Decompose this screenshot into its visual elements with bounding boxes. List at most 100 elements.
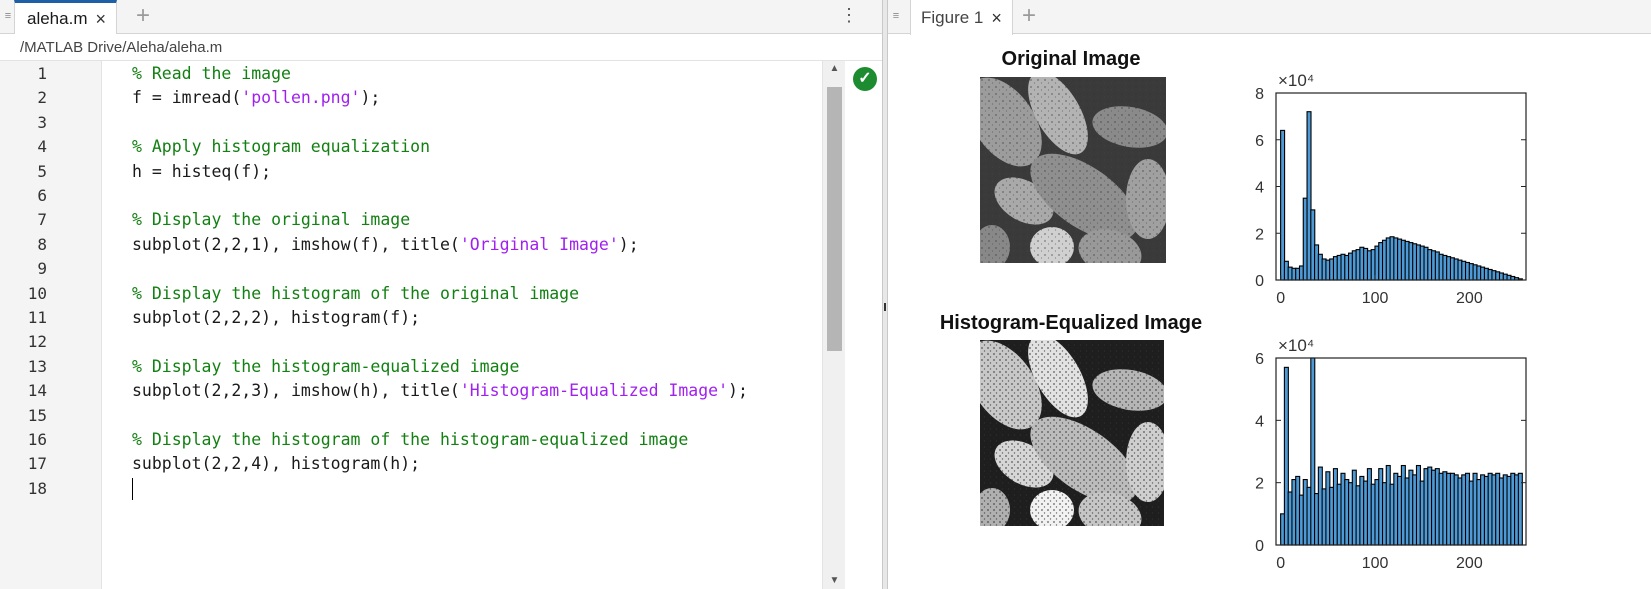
panel-grip-icon[interactable]: ≡: [892, 10, 900, 22]
code-line[interactable]: % Display the histogram of the histogram…: [132, 427, 688, 453]
line-number-gutter: 1 2 3 4 5 6 7 8 9 10 11 12 13 14 15 16 17 18: [0, 61, 102, 589]
y-tick-label: 0: [1255, 538, 1264, 555]
tab-label: Figure 1: [921, 7, 984, 27]
code-line[interactable]: % Display the histogram of the original …: [132, 281, 579, 307]
code-line[interactable]: % Read the image: [132, 61, 291, 87]
code-string: 'Histogram-Equalized Image': [459, 381, 729, 401]
tab-figure-1[interactable]: Figure 1 ×: [910, 0, 1013, 35]
x-tick-label: 0: [1276, 290, 1285, 305]
y-tick-label: 2: [1255, 476, 1264, 493]
code-token: subplot(2,2,2), histogram(f);: [132, 308, 421, 327]
histogram-equalized: ×10⁴ 0 2 4 6 0 100 200: [1255, 336, 1527, 570]
code-token: subplot(2,2,3), imshow(h), title(: [132, 381, 460, 401]
y-tick-label: 6: [1255, 351, 1264, 368]
line-number: 11: [27, 308, 47, 327]
y-tick-label: 8: [1255, 86, 1264, 103]
code-token: );: [360, 88, 381, 108]
code-line[interactable]: h = histeq(f);: [132, 159, 271, 185]
code-line[interactable]: subplot(2,2,2), histogram(f);: [132, 305, 420, 331]
line-number: 2: [37, 88, 47, 108]
original-image: [980, 77, 1166, 263]
y-tick-label: 4: [1255, 180, 1264, 197]
file-path-breadcrumb: /MATLAB Drive/Aleha/aleha.m: [0, 34, 882, 61]
line-number: 9: [37, 259, 47, 279]
tab-label: aleha.m: [27, 9, 88, 28]
text-cursor: [132, 477, 133, 500]
figure-pane: ≡ Figure 1 × + Original Image Histogram-…: [888, 0, 1651, 589]
close-icon[interactable]: ×: [95, 10, 106, 28]
panel-grip-icon[interactable]: ≡: [4, 10, 12, 22]
line-number: 1: [37, 64, 47, 83]
code-comment: % Display the histogram of the original …: [132, 283, 580, 303]
code-string: 'Original Image': [459, 234, 619, 254]
code-comment: % Read the image: [132, 64, 291, 83]
x-tick-label: 100: [1362, 290, 1389, 305]
scrollbar-thumb[interactable]: [827, 87, 842, 351]
pollen-image-equalized: [980, 340, 1164, 526]
code-comment: % Display the histogram of the histogram…: [132, 430, 689, 449]
code-token: subplot(2,2,1), imshow(f), title(: [132, 234, 460, 254]
more-options-icon[interactable]: ⋮: [840, 6, 858, 24]
y-tick-label: 0: [1255, 273, 1264, 290]
add-tab-icon[interactable]: +: [1022, 4, 1036, 28]
editor-scrollbar[interactable]: ▲ ▼: [822, 61, 845, 589]
y-tick-label: 6: [1255, 133, 1264, 150]
code-line[interactable]: % Display the histogram-equalized image: [132, 354, 519, 380]
y-tick-label: 2: [1255, 226, 1264, 243]
line-number: 5: [37, 161, 47, 181]
line-number: 14: [27, 381, 47, 401]
axis-exponent-label: ×10⁴: [1278, 336, 1314, 355]
code-token: f = imread(: [132, 88, 242, 108]
y-tick-label: 4: [1255, 413, 1264, 430]
code-string: 'pollen.png': [241, 88, 361, 108]
code-token: );: [728, 381, 748, 401]
tab-aleha-m[interactable]: aleha.m ×: [14, 0, 117, 35]
code-line[interactable]: f = imread('pollen.png');: [132, 85, 380, 111]
editor-tabbar: ≡ aleha.m × + ⋮: [0, 0, 882, 35]
x-tick-label: 100: [1362, 555, 1389, 570]
scroll-up-arrow-icon[interactable]: ▲: [827, 63, 842, 75]
scroll-down-arrow-icon[interactable]: ▼: [827, 575, 842, 587]
line-number: 15: [27, 405, 47, 425]
check-circle-icon[interactable]: ✓: [853, 67, 877, 91]
line-number: 8: [37, 234, 47, 254]
code-editor[interactable]: % Read the image f = imread('pollen.png')…: [102, 61, 822, 589]
code-token: );: [618, 234, 639, 254]
line-number: 3: [37, 112, 47, 132]
subplot-title-original: Original Image: [1001, 48, 1141, 70]
subplot-title-equalized: Histogram-Equalized Image: [939, 312, 1203, 334]
figure-canvas: Original Image Histogram-Equalized Image…: [888, 35, 1651, 589]
code-line[interactable]: subplot(2,2,1), imshow(f), title('Origin…: [132, 232, 639, 258]
equalized-image: [980, 340, 1164, 526]
line-number: 18: [27, 478, 47, 498]
histogram-bar: [1517, 472, 1523, 546]
x-tick-label: 200: [1456, 290, 1483, 305]
line-number: 7: [37, 210, 47, 230]
line-number: 12: [27, 332, 47, 352]
line-number: 10: [27, 283, 47, 303]
histogram-original: ×10⁴ 0 2 4 6 8 0 100 200: [1255, 71, 1527, 305]
line-number: 13: [27, 356, 47, 376]
pollen-image-original: [980, 77, 1166, 263]
code-comment: % Display the original image: [132, 210, 411, 230]
code-line[interactable]: % Apply histogram equalization: [132, 134, 430, 160]
line-number: 17: [27, 454, 47, 474]
x-tick-label: 200: [1456, 555, 1483, 570]
code-token: subplot(2,2,4), histogram(h);: [132, 454, 421, 474]
add-tab-icon[interactable]: +: [136, 4, 150, 28]
code-analyzer-strip: ✓: [846, 61, 882, 589]
splitter-grip[interactable]: [884, 303, 886, 311]
code-token: h = histeq(f);: [132, 161, 272, 181]
axis-exponent-label: ×10⁴: [1278, 71, 1314, 90]
code-comment: % Apply histogram equalization: [132, 137, 431, 157]
code-line[interactable]: subplot(2,2,4), histogram(h);: [132, 451, 420, 477]
code-comment: % Display the histogram-equalized image: [132, 356, 520, 376]
editor-pane: ≡ aleha.m × + ⋮ /MATLAB Drive/Aleha/aleh…: [0, 0, 882, 589]
histogram-bar: [1280, 129, 1286, 281]
line-number: 4: [37, 137, 47, 157]
close-icon[interactable]: ×: [991, 9, 1002, 27]
code-line[interactable]: subplot(2,2,3), imshow(h), title('Histog…: [132, 378, 748, 404]
line-number: 6: [37, 186, 47, 205]
code-line[interactable]: % Display the original image: [132, 207, 410, 233]
figure-tabbar: ≡ Figure 1 × +: [888, 0, 1651, 35]
